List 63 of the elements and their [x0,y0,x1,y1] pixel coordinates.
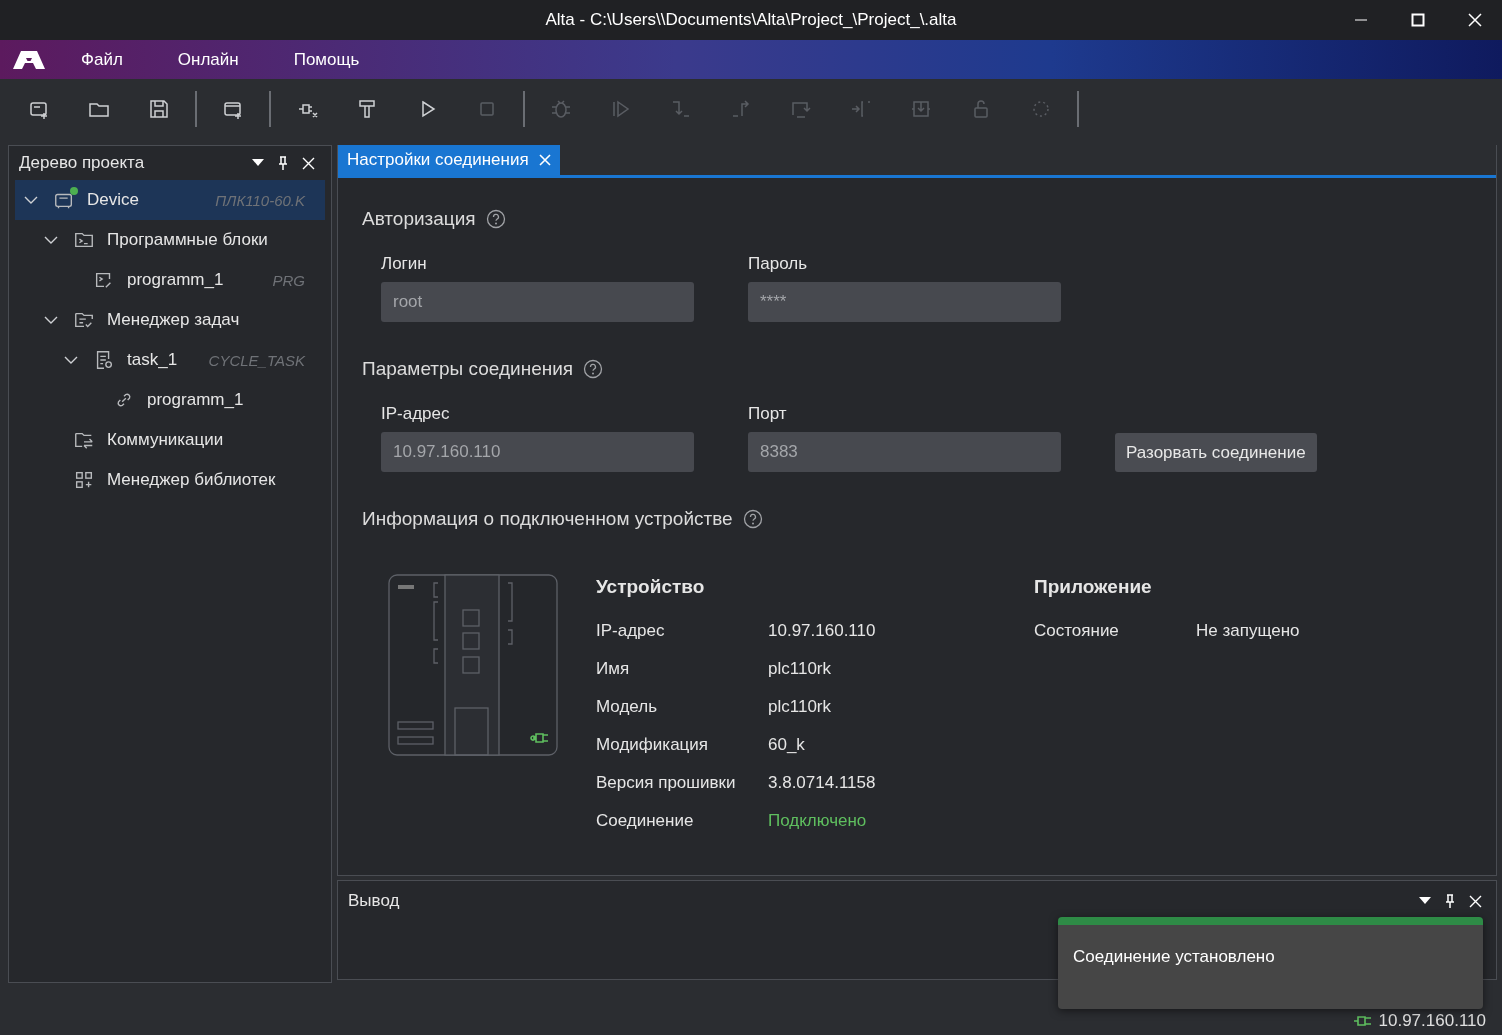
pin-icon[interactable] [1445,894,1455,908]
field-label: IP-адрес [381,403,451,424]
tree-item[interactable]: Device ПЛК110-60.K [15,180,325,220]
info-label: Соединение [596,811,695,831]
panel-title: Дерево проекта [19,153,145,173]
menu-item[interactable]: Помощь [293,49,360,70]
ip-address: 10.97.160.110 [1378,1011,1486,1031]
close-icon[interactable] [1469,894,1482,908]
help-icon[interactable] [583,359,604,379]
maximize-icon[interactable] [1411,13,1425,27]
app-logo [13,50,45,69]
info-label: Имя [596,659,631,679]
pin-icon[interactable] [278,156,288,170]
save-icon[interactable] [147,97,171,121]
dropdown-icon[interactable] [252,159,264,167]
info-value: 60_k [768,735,805,755]
help-icon[interactable] [742,509,763,529]
menu-item[interactable]: Файл [81,49,123,70]
tree-item[interactable]: programm_1 PRG [15,260,325,300]
input-field[interactable]: 8383 [748,432,1061,472]
info-label: IP-адрес [596,621,666,641]
status-value: Подключено [768,811,867,831]
menu-item[interactable]: Онлайн [177,49,239,70]
plug-icon [1352,1015,1373,1027]
info-label: Модификация [596,735,710,755]
section-title: Авторизация [362,208,476,230]
close-icon[interactable] [302,156,315,170]
info-label: Модель [596,697,659,717]
item-type: ПЛК110-60.K [215,191,305,209]
tree-item[interactable]: task_1 CYCLE_TASK [15,340,325,380]
tree-item[interactable]: Коммуникации [15,420,325,460]
field-label: Пароль [748,253,808,274]
tree-item[interactable]: Менеджер задач [15,300,325,340]
help-icon[interactable] [485,209,506,229]
panel-title: Вывод [348,891,400,911]
column-title: Приложение [1034,575,1153,599]
input-field[interactable]: root [381,282,694,322]
section-title: Информация о подключенном устройстве [362,508,733,530]
tree-item[interactable]: Менеджер библиотек [15,460,325,500]
info-value: 10.97.160.110 [768,621,876,641]
library-icon [73,469,95,491]
info-value: plc110rk [768,659,831,679]
item-type: CYCLE_TASK [208,351,305,369]
field-label: Порт [748,403,788,424]
column-title: Устройство [596,575,706,599]
section-title: Параметры соединения [362,358,574,380]
input-field[interactable]: 10.97.160.110 [381,432,694,472]
info-value: 3.8.0714.1158 [768,773,876,793]
disconnect-button[interactable]: Разорвать соединение [1115,433,1317,472]
info-value: plc110rk [768,697,831,717]
tree-item[interactable]: programm_1 [15,380,325,420]
input-field[interactable]: **** [748,282,1061,322]
field-label: Логин [381,253,428,274]
close-icon[interactable] [1468,13,1482,27]
notification-message: Соединение установлено [1073,947,1275,966]
dropdown-icon[interactable] [1419,897,1431,905]
item-type: PRG [272,271,305,289]
info-label: Состояние [1034,621,1120,641]
info-label: Версия прошивки [596,773,737,793]
info-value: Не запущено [1196,621,1300,641]
tab[interactable]: Настройки соединения [338,145,560,175]
tree-item[interactable]: Программные блоки [15,220,325,260]
window-title: Alta - C:\Users\\Documents\Alta\Project_\Project_\.alta [545,10,957,30]
